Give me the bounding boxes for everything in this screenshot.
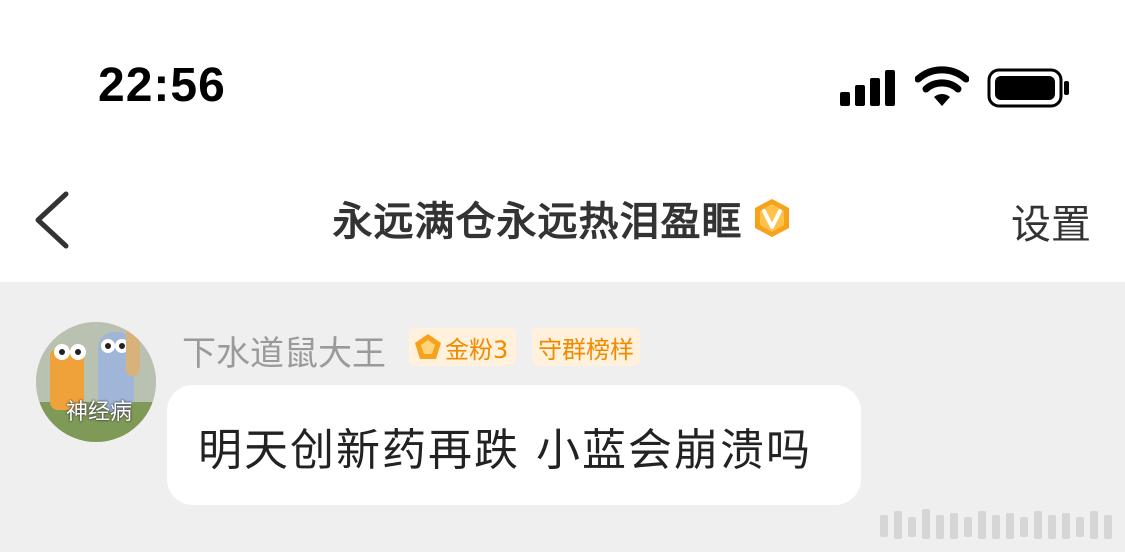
wifi-icon [915,66,969,106]
role-badge-label: 守群榜样 [538,335,634,364]
nav-title-group: 永远满仓永远热泪盈眶 [0,190,1125,246]
verified-v-badge-icon [754,199,789,237]
battery-icon [987,68,1069,108]
avatar-caption: 神经病 [66,400,133,425]
status-time: 22:56 [98,59,226,112]
pentagon-badge-icon [415,334,441,359]
page-title: 永远满仓永远热泪盈眶 [332,199,743,245]
avatar[interactable]: 神经病 [36,322,156,442]
message-text: 明天创新药再跌 小蓝会崩溃吗 [198,425,812,476]
settings-button[interactable]: 设置 [1011,192,1091,250]
sender-name[interactable]: 下水道鼠大王 [182,326,386,375]
fan-level-badge[interactable]: 金粉3 [409,328,517,366]
watermark-icon [880,509,1112,539]
role-badge[interactable]: 守群榜样 [532,328,640,366]
cellular-signal-icon [840,70,895,106]
fan-badge-label: 金粉3 [445,335,509,364]
